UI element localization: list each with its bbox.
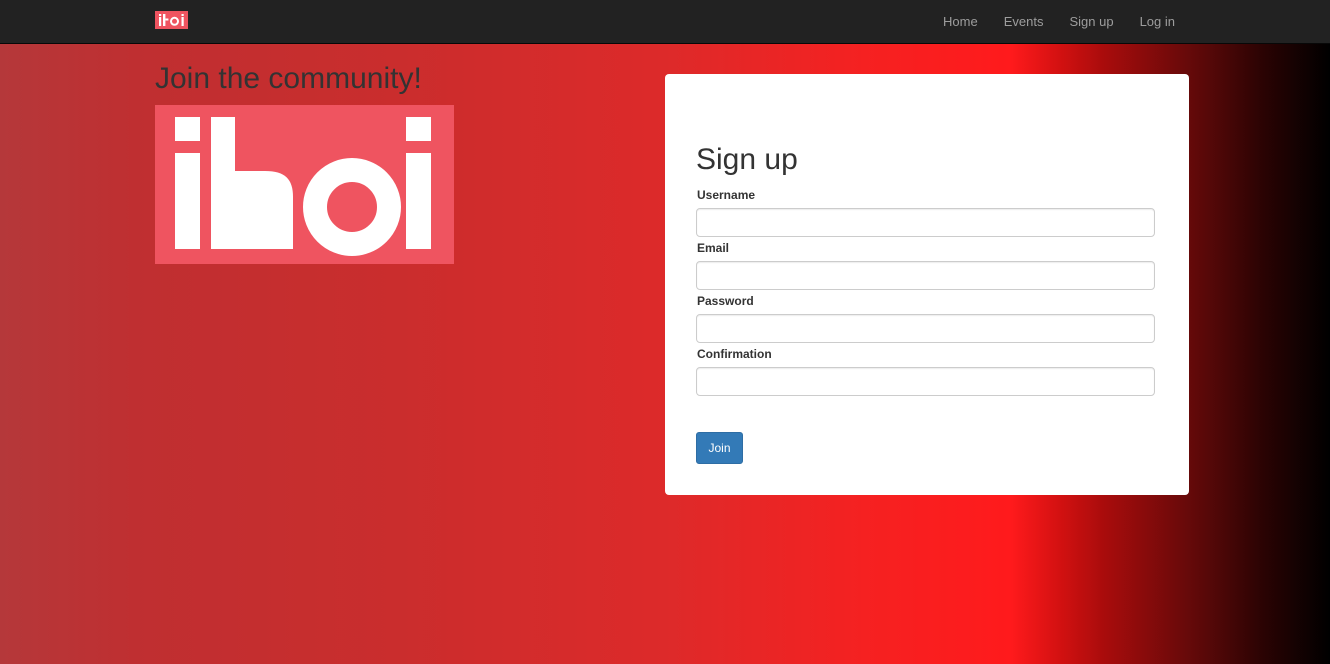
email-label: Email [697, 241, 730, 255]
email-input[interactable] [696, 261, 1155, 290]
ikoi-small-logo-icon [159, 14, 184, 26]
main-nav: Home Events Sign up Log in [917, 0, 1175, 43]
join-button[interactable]: Join [696, 432, 743, 464]
nav-signup-link[interactable]: Sign up [1069, 14, 1113, 29]
signup-panel: Sign up Username Email Password Confirma… [665, 74, 1189, 495]
confirmation-input[interactable] [696, 367, 1155, 396]
nav-login-link[interactable]: Log in [1140, 14, 1175, 29]
signup-title: Sign up [696, 143, 798, 176]
brand-logo[interactable] [155, 11, 188, 29]
nav-events-link[interactable]: Events [1004, 14, 1044, 29]
confirmation-label: Confirmation [697, 347, 772, 361]
nav-home-link[interactable]: Home [943, 14, 978, 29]
ikoi-logo-icon [175, 117, 431, 256]
password-input[interactable] [696, 314, 1155, 343]
top-navbar: Home Events Sign up Log in [0, 0, 1330, 44]
hero-title: Join the community! [155, 62, 422, 95]
username-label: Username [697, 188, 756, 202]
hero-logo [155, 105, 454, 264]
password-label: Password [697, 294, 754, 308]
username-input[interactable] [696, 208, 1155, 237]
